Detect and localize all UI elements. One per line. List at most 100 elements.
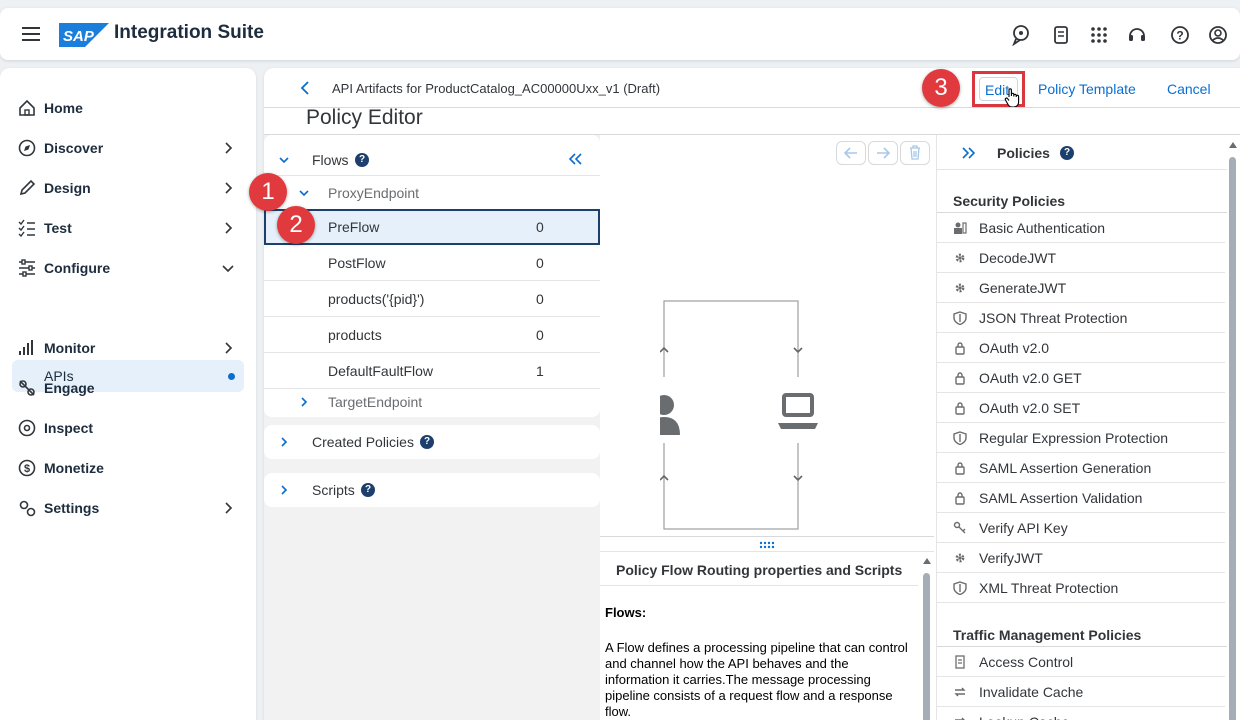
chevron-right-icon	[225, 222, 233, 234]
info-scrollbar[interactable]	[923, 573, 930, 720]
engage-icon	[19, 380, 35, 396]
main-panel: API Artifacts for ProductCatalog_AC00000…	[264, 68, 1240, 720]
policy-row[interactable]: SAML Assertion Validation	[937, 483, 1225, 513]
support-icon[interactable]	[1126, 24, 1148, 46]
home-icon	[19, 99, 35, 116]
policy-row[interactable]: Verify API Key	[937, 513, 1225, 543]
page-title: Policy Editor	[306, 106, 423, 129]
nav-item-settings[interactable]: Settings	[0, 488, 256, 528]
redo-button[interactable]	[868, 141, 898, 165]
policy-row[interactable]: JSON Threat Protection	[937, 303, 1225, 333]
flow-row-defaultfaultflow[interactable]: DefaultFaultFlow 1	[264, 353, 600, 389]
app-title: Integration Suite	[114, 22, 264, 43]
undo-button[interactable]	[836, 141, 866, 165]
lock-icon	[955, 342, 965, 355]
policy-label: Access Control	[979, 654, 1074, 670]
policy-label: JSON Threat Protection	[979, 310, 1128, 326]
flow-row-products-pid[interactable]: products('{pid}') 0	[264, 281, 600, 317]
menu-icon[interactable]	[22, 27, 40, 41]
policy-row[interactable]: OAuth v2.0 SET	[937, 393, 1225, 423]
scripts-card[interactable]: Scripts ?	[264, 473, 600, 507]
hand-cursor-icon	[1004, 88, 1020, 108]
nav-item-inspect[interactable]: Inspect	[0, 408, 256, 448]
flow-label: DefaultFaultFlow	[328, 363, 434, 379]
target-endpoint-label[interactable]: TargetEndpoint	[328, 394, 422, 410]
help-icon[interactable]: ?	[1169, 24, 1191, 46]
help-icon[interactable]: ?	[355, 153, 369, 167]
chevron-down-icon[interactable]	[299, 188, 309, 198]
resize-handle-icon[interactable]	[759, 541, 775, 549]
policy-label: Basic Authentication	[979, 220, 1106, 236]
policy-label: OAuth v2.0 GET	[979, 370, 1082, 386]
nav-item-design[interactable]: Design	[0, 168, 256, 208]
callout-badge: 1	[249, 173, 287, 211]
policy-label: OAuth v2.0	[979, 340, 1050, 356]
policy-row[interactable]: Lookup Cache	[937, 707, 1225, 720]
flow-count: 0	[536, 327, 544, 343]
back-icon[interactable]	[300, 81, 310, 95]
callout-badge: 3	[922, 69, 960, 107]
nav-label: Inspect	[44, 420, 94, 436]
created-policies-card[interactable]: Created Policies ?	[264, 425, 600, 459]
policy-row[interactable]: Invalidate Cache	[937, 677, 1225, 707]
flow-row-products[interactable]: products 0	[264, 317, 600, 353]
arrow-right-icon	[877, 147, 890, 159]
nav-label: Monitor	[44, 340, 96, 356]
svg-text:SAP: SAP	[63, 28, 95, 45]
nav-item-test[interactable]: Test	[0, 208, 256, 248]
shield-icon	[953, 431, 967, 445]
expand-icon[interactable]	[961, 147, 975, 159]
help-icon[interactable]: ?	[361, 483, 375, 497]
info-panel: Policy Flow Routing properties and Scrip…	[600, 536, 934, 720]
callout-badge: 2	[277, 206, 315, 244]
flow-diagram	[660, 300, 818, 530]
flow-row-postflow[interactable]: PostFlow 0	[264, 245, 600, 281]
proxy-endpoint-label[interactable]: ProxyEndpoint	[328, 185, 419, 201]
policy-row[interactable]: OAuth v2.0 GET	[937, 363, 1225, 393]
scroll-up-icon[interactable]	[922, 557, 932, 565]
notifications-icon[interactable]	[1050, 24, 1072, 46]
assistant-icon[interactable]	[1010, 24, 1032, 46]
policy-row[interactable]: DecodeJWT	[937, 243, 1225, 273]
nav-label: Configure	[44, 260, 111, 276]
flow-canvas[interactable]	[600, 135, 936, 535]
nav-item-home[interactable]: Home	[0, 88, 256, 128]
cancel-button[interactable]: Cancel	[1167, 81, 1211, 97]
policy-row[interactable]: XML Threat Protection	[937, 573, 1225, 603]
policy-row[interactable]: VerifyJWT	[937, 543, 1225, 573]
nav-label: Test	[44, 220, 72, 236]
flow-label: PreFlow	[328, 219, 380, 235]
nav-item-monitor[interactable]: Monitor	[0, 328, 256, 368]
scroll-up-icon[interactable]	[1228, 141, 1238, 149]
policy-row[interactable]: Basic Authentication	[937, 213, 1225, 243]
policy-row[interactable]: OAuth v2.0	[937, 333, 1225, 363]
flow-count: 0	[536, 255, 544, 271]
chevron-right-icon[interactable]	[299, 397, 309, 407]
policies-scrollbar[interactable]	[1229, 157, 1236, 720]
nav-item-configure[interactable]: Configure	[0, 248, 256, 288]
settings-icon	[19, 500, 36, 517]
nav-item-engage[interactable]: Engage	[0, 368, 256, 408]
policy-row[interactable]: Access Control	[937, 647, 1225, 677]
user-icon[interactable]	[1207, 24, 1229, 46]
chevron-down-icon[interactable]	[279, 155, 289, 165]
policy-template-button[interactable]: Policy Template	[1038, 81, 1136, 97]
policy-row[interactable]: SAML Assertion Generation	[937, 453, 1225, 483]
nav-label: Settings	[44, 500, 100, 516]
chevron-right-icon	[281, 437, 288, 447]
flow-label: products('{pid}')	[328, 291, 425, 307]
help-icon[interactable]: ?	[1060, 146, 1074, 160]
info-text: A Flow defines a processing pipeline tha…	[605, 640, 908, 719]
policy-row[interactable]: Regular Expression Protection	[937, 423, 1225, 453]
collapse-icon[interactable]	[569, 153, 583, 165]
delete-button[interactable]	[900, 141, 930, 165]
svg-text:$: $	[24, 463, 30, 475]
policy-row[interactable]: GenerateJWT	[937, 273, 1225, 303]
info-subtitle: Flows:	[605, 605, 647, 620]
arrow-left-icon	[844, 147, 857, 159]
product-switch-icon[interactable]	[1088, 24, 1110, 46]
refresh-icon	[955, 717, 965, 720]
help-icon[interactable]: ?	[420, 435, 434, 449]
nav-item-discover[interactable]: Discover	[0, 128, 256, 168]
nav-item-monetize[interactable]: $ Monetize	[0, 448, 256, 488]
